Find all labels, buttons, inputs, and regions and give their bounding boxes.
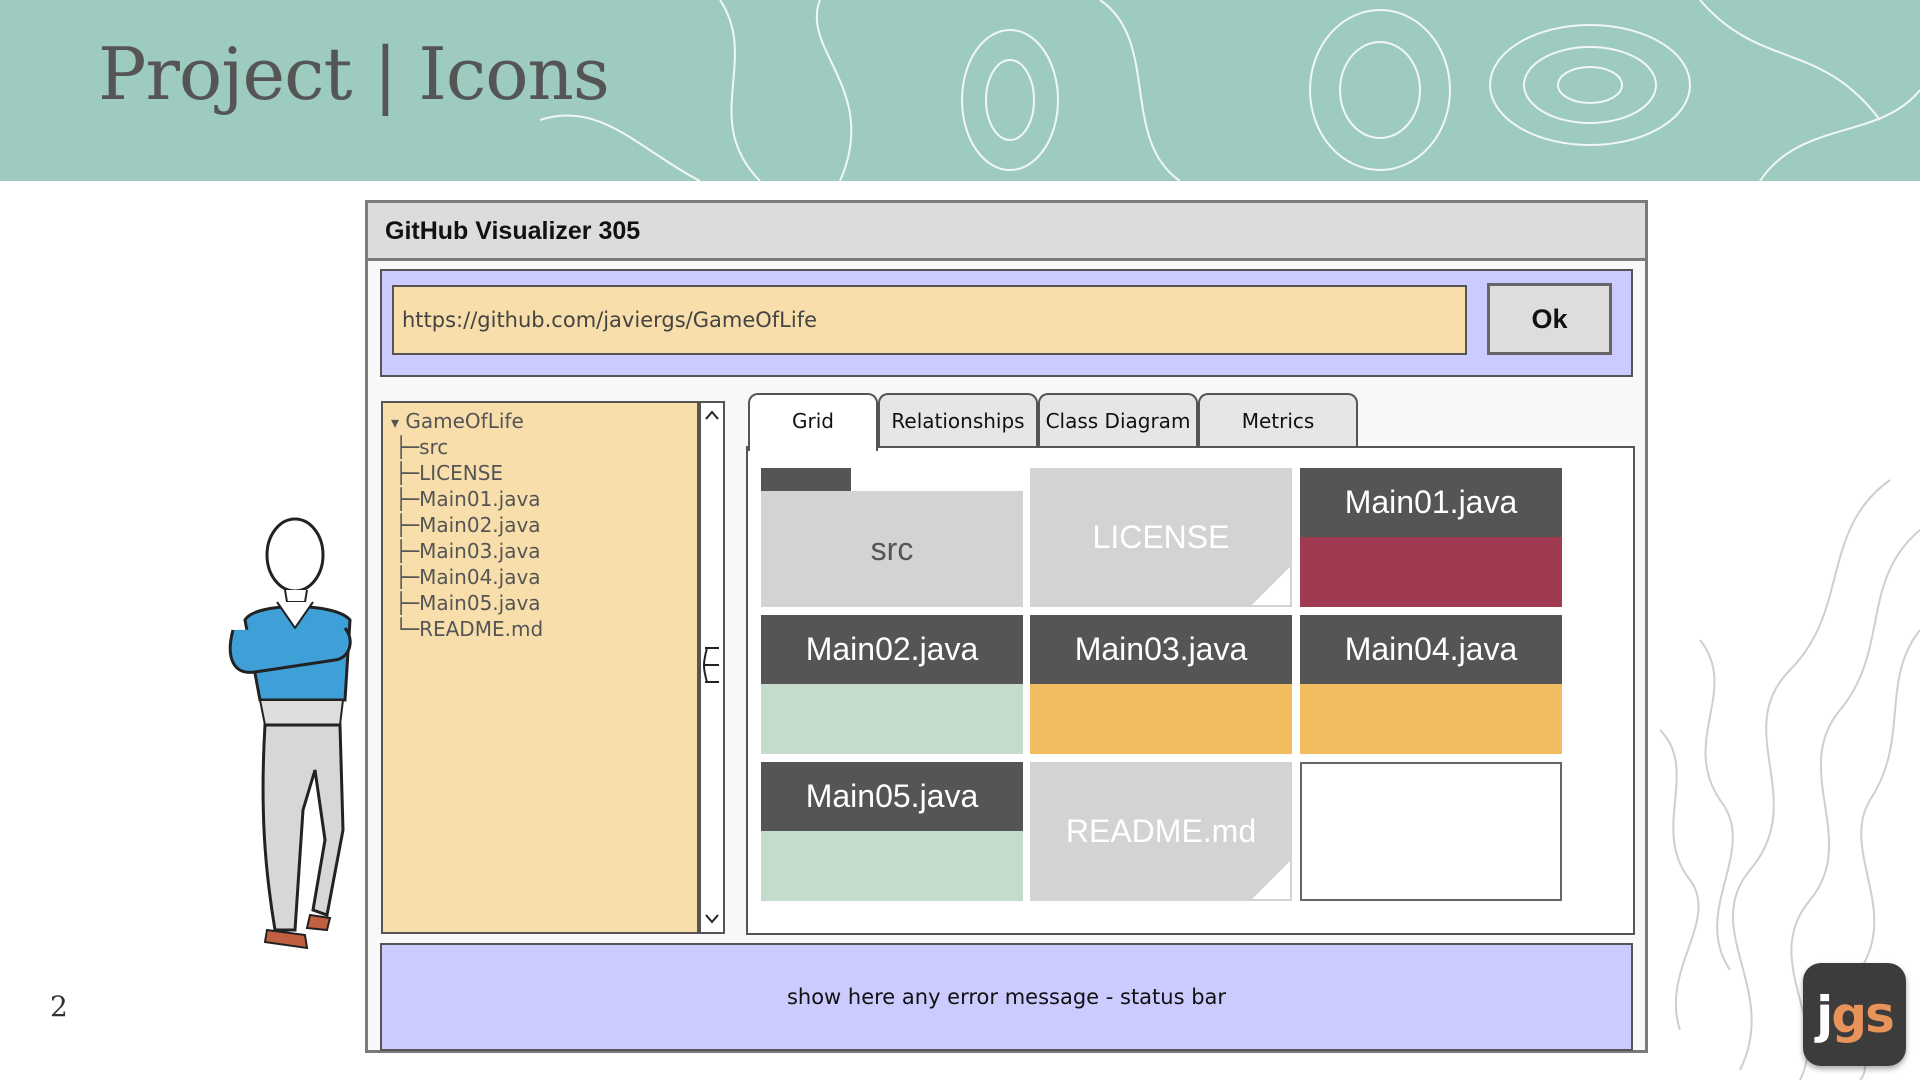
tree-item[interactable]: └─README.md (395, 617, 543, 641)
tree-item-label: Main01.java (419, 487, 541, 511)
tree-item[interactable]: ├─Main02.java (395, 513, 541, 537)
tree-item-label: LICENSE (419, 461, 504, 485)
header-banner: Project | Icons (0, 0, 1920, 181)
tree-item-label: README.md (419, 617, 544, 641)
person-illustration (228, 517, 352, 950)
tree-item[interactable]: ├─src (395, 435, 448, 459)
document-fold-icon (1252, 861, 1290, 899)
tree-item[interactable]: ├─Main03.java (395, 539, 541, 563)
slide-title: Project | Icons (98, 32, 610, 116)
tile-color-block (1030, 684, 1292, 754)
tile-label: src (761, 491, 1023, 607)
scroll-up-icon (705, 410, 719, 420)
tree-item-label: Main03.java (419, 539, 541, 563)
tile-color-block (761, 684, 1023, 754)
grid-panel: src LICENSE Main01.java Main02.java Main… (746, 446, 1635, 935)
jgs-logo: j gs (1803, 963, 1906, 1066)
logo-j: j (1816, 985, 1833, 1044)
tile-label: LICENSE (1092, 519, 1230, 555)
folder-icon (761, 468, 851, 491)
tree-item[interactable]: ├─Main04.java (395, 565, 541, 589)
expand-icon[interactable]: ▾ (391, 413, 399, 432)
tree-root-label: GameOfLife (405, 409, 524, 433)
scroll-thumb-icon (703, 647, 719, 683)
tab-grid[interactable]: Grid (748, 393, 878, 451)
tile-label: Main01.java (1300, 468, 1562, 537)
tile-color-block (761, 831, 1023, 901)
tree-branch-icon: ├─ (395, 461, 420, 485)
url-panel: https://github.com/javiergs/GameOfLife O… (380, 269, 1633, 377)
tab-metrics[interactable]: Metrics (1198, 393, 1358, 448)
ok-button[interactable]: Ok (1487, 283, 1612, 355)
tab-relationships[interactable]: Relationships (878, 393, 1038, 448)
tab-class-diagram[interactable]: Class Diagram (1038, 393, 1198, 448)
grid-tile-empty (1300, 762, 1562, 901)
document-fold-icon (1252, 567, 1290, 605)
status-bar: show here any error message - status bar (380, 943, 1633, 1051)
tree-branch-icon: ├─ (395, 487, 420, 511)
scrollbar-glyphs (703, 410, 719, 924)
grid-tile-main01[interactable]: Main01.java (1300, 468, 1562, 607)
grid-tile-readme[interactable]: README.md (1030, 762, 1292, 901)
window-title: GitHub Visualizer 305 (385, 217, 641, 245)
tree-item[interactable]: ├─LICENSE (395, 461, 503, 485)
grid-tile-main04[interactable]: Main04.java (1300, 615, 1562, 754)
grid-tile-main03[interactable]: Main03.java (1030, 615, 1292, 754)
tree-branch-icon: ├─ (395, 435, 420, 459)
tile-label: Main04.java (1300, 615, 1562, 684)
tile-label: Main02.java (761, 615, 1023, 684)
grid-tile-license[interactable]: LICENSE (1030, 468, 1292, 607)
url-input[interactable]: https://github.com/javiergs/GameOfLife (392, 285, 1467, 355)
tree-scrollbar[interactable] (699, 401, 725, 934)
grid-tile-main05[interactable]: Main05.java (761, 762, 1023, 901)
tile-label: Main03.java (1030, 615, 1292, 684)
tree-branch-icon: ├─ (395, 565, 420, 589)
grid-tile-main02[interactable]: Main02.java (761, 615, 1023, 754)
tree-root[interactable]: ▾ GameOfLife (391, 409, 524, 433)
tile-label: Main05.java (761, 762, 1023, 831)
file-tree: ▾ GameOfLife ├─src ├─LICENSE ├─Main01.ja… (381, 401, 699, 934)
tree-item-label: Main05.java (419, 591, 541, 615)
logo-gs: gs (1831, 985, 1895, 1044)
tree-item[interactable]: ├─Main05.java (395, 591, 541, 615)
tree-branch-icon: ├─ (395, 539, 420, 563)
page-number: 2 (50, 990, 68, 1023)
tree-item[interactable]: ├─Main01.java (395, 487, 541, 511)
tile-color-block (1300, 684, 1562, 754)
tree-branch-icon: ├─ (395, 513, 420, 537)
tree-branch-icon: ├─ (395, 591, 420, 615)
tree-item-label: src (419, 435, 449, 459)
tree-branch-icon: └─ (395, 617, 420, 641)
grid-tile-src[interactable]: src (761, 468, 1023, 607)
tree-item-label: Main04.java (419, 565, 541, 589)
tree-item-label: Main02.java (419, 513, 541, 537)
tile-color-block (1300, 537, 1562, 607)
scroll-down-icon (705, 914, 719, 924)
window-titlebar: GitHub Visualizer 305 (368, 203, 1645, 261)
tile-label: README.md (1065, 813, 1257, 849)
app-window: GitHub Visualizer 305 https://github.com… (365, 200, 1648, 1053)
